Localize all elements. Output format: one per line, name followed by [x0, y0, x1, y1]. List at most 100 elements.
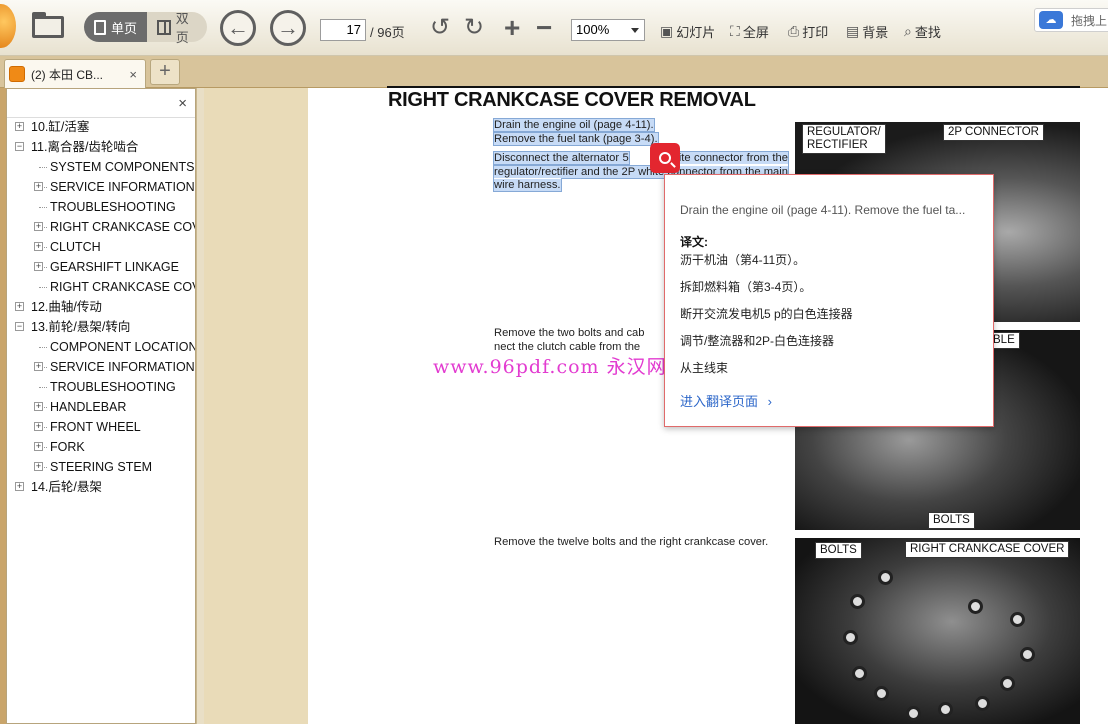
close-tab-icon[interactable]: × [129, 67, 137, 82]
fullscreen-button[interactable]: ⛶ 全屏 [730, 22, 769, 41]
slideshow-button[interactable]: ▣ 幻灯片 [660, 22, 715, 41]
background-button[interactable]: ▤ 背景 [846, 22, 888, 41]
chevron-down-icon [631, 28, 639, 37]
tree-connector [39, 287, 47, 288]
sidebar-item[interactable]: + SERVICE INFORMATION [7, 177, 195, 197]
bolt-marker [1010, 612, 1025, 627]
drag-upload-tip[interactable]: ☁ 拖拽上 [1034, 8, 1108, 32]
pdf-favicon-icon [9, 66, 25, 82]
double-page-button[interactable]: 双页 [147, 11, 207, 45]
page-number-input[interactable]: 17 [320, 19, 366, 41]
find-button[interactable]: ⌕ 查找 [904, 22, 941, 41]
callout-bolts: BOLTS [928, 512, 975, 529]
sidebar-item[interactable]: +14.后轮/悬架 [7, 477, 195, 497]
rotate-right-icon[interactable]: ↻ [464, 16, 484, 40]
expand-icon[interactable]: + [34, 422, 43, 431]
sidebar-splitter[interactable] [196, 88, 204, 724]
next-page-button[interactable]: → [270, 10, 306, 46]
sidebar-item[interactable]: −13.前轮/悬架/转向 [7, 317, 195, 337]
sidebar-item[interactable]: + HANDLEBAR [7, 397, 195, 417]
bolt-marker [975, 696, 990, 711]
sidebar-item-label: 12.曲轴/传动 [31, 300, 102, 314]
zoom-out-icon[interactable]: − [536, 14, 552, 42]
sidebar-item-label: GEARSHIFT LINKAGE [50, 260, 179, 274]
bolt-marker [878, 570, 893, 585]
sidebar-item-label: FORK [50, 440, 85, 454]
magnifier-icon [659, 152, 671, 164]
collapse-icon[interactable]: − [15, 142, 24, 151]
sidebar-item-label: COMPONENT LOCATION [50, 340, 196, 354]
document-tab[interactable]: (2) 本田 CB... × [4, 59, 146, 88]
expand-icon[interactable]: + [34, 262, 43, 271]
translate-search-button[interactable] [650, 143, 680, 173]
expand-icon[interactable]: + [34, 462, 43, 471]
expand-icon[interactable]: + [34, 402, 43, 411]
translation-popup: Drain the engine oil (page 4-11). Remove… [664, 174, 994, 427]
expand-icon[interactable]: + [34, 222, 43, 231]
page-title: RIGHT CRANKCASE COVER REMOVAL [388, 89, 756, 111]
sidebar-item[interactable]: SYSTEM COMPONENTS [7, 157, 195, 177]
zoom-select[interactable]: 100% [571, 19, 645, 41]
sidebar-item[interactable]: +12.曲轴/传动 [7, 297, 195, 317]
bolt-marker [874, 686, 889, 701]
sidebar-item[interactable]: COMPONENT LOCATION [7, 337, 196, 357]
step-remove-cable-bolts[interactable]: Remove the two bolts and cab nect the cl… [494, 327, 666, 354]
sidebar-item-label: FRONT WHEEL [50, 420, 141, 434]
sidebar-item-label: TROUBLESHOOTING [50, 380, 176, 394]
sidebar-item-label: 10.缸/活塞 [31, 120, 90, 134]
sidebar-item-label: RIGHT CRANKCASE COVER [50, 280, 195, 294]
tree-connector [39, 347, 47, 348]
bolt-marker [906, 706, 921, 721]
new-tab-button[interactable]: + [150, 59, 180, 85]
sidebar-item-label: 11.离合器/齿轮啮合 [31, 140, 139, 154]
bolt-marker [938, 702, 953, 717]
step-remove-cover[interactable]: Remove the twelve bolts and the right cr… [494, 536, 788, 550]
step-drain-oil[interactable]: Drain the engine oil (page 4-11). Remove… [493, 118, 679, 146]
sidebar-item-label: 14.后轮/悬架 [31, 480, 102, 494]
print-button[interactable]: ⎙ 打印 [788, 22, 828, 41]
expand-icon[interactable]: + [15, 482, 24, 491]
translation-line: 调节/整流器和2P-白色连接器 [680, 334, 835, 348]
bookmarks-sidebar: × +10.缸/活塞 −11.离合器/齿轮啮合 SYSTEM COMPONENTS +… [6, 88, 196, 724]
expand-icon[interactable]: + [34, 242, 43, 251]
sidebar-item[interactable]: + STEERING STEM [7, 457, 195, 477]
callout-2p-connector: 2P CONNECTOR [943, 124, 1044, 141]
expand-icon[interactable]: + [15, 302, 24, 311]
single-page-button[interactable]: 单页 [84, 12, 147, 42]
sidebar-item[interactable]: TROUBLESHOOTING [7, 197, 195, 217]
sidebar-item[interactable]: + FORK [7, 437, 195, 457]
expand-icon[interactable]: + [15, 122, 24, 131]
app-logo-icon[interactable] [0, 4, 16, 48]
cloud-icon: ☁ [1039, 11, 1063, 29]
expand-icon[interactable]: + [34, 442, 43, 451]
sidebar-item[interactable]: −11.离合器/齿轮啮合 [7, 137, 195, 157]
open-folder-icon[interactable] [32, 12, 64, 38]
sidebar-item[interactable]: + GEARSHIFT LINKAGE [7, 257, 195, 277]
expand-icon[interactable]: + [34, 182, 43, 191]
bolt-marker [852, 666, 867, 681]
rotate-left-icon[interactable]: ↺ [430, 16, 450, 40]
chevron-right-icon: › [767, 394, 772, 409]
open-translation-page-link[interactable]: 进入翻译页面 › [680, 391, 772, 410]
sidebar-item[interactable]: + FRONT WHEEL [7, 417, 195, 437]
bolt-marker [968, 599, 983, 614]
bookmark-tree: +10.缸/活塞 −11.离合器/齿轮啮合 SYSTEM COMPONENTS + SE… [7, 117, 196, 497]
search-icon: ⌕ [904, 23, 912, 39]
sidebar-item[interactable]: TROUBLESHOOTING [7, 377, 195, 397]
collapse-icon[interactable]: − [15, 322, 24, 331]
sidebar-item[interactable]: + RIGHT CRANKCASE COVER [7, 217, 195, 237]
sidebar-item[interactable]: RIGHT CRANKCASE COVER [7, 277, 195, 297]
sidebar-item-label: HANDLEBAR [50, 400, 127, 414]
close-sidebar-icon[interactable]: × [178, 95, 187, 112]
zoom-in-icon[interactable]: + [504, 14, 520, 42]
bolt-marker [1000, 676, 1015, 691]
sidebar-item[interactable]: + SERVICE INFORMATION [7, 357, 195, 377]
sidebar-item-label: RIGHT CRANKCASE COVER [50, 220, 195, 234]
sidebar-item[interactable]: + CLUTCH [7, 237, 195, 257]
popup-translation-label: 译文: [680, 235, 708, 249]
sidebar-item[interactable]: +10.缸/活塞 [7, 117, 195, 137]
previous-page-button[interactable]: ← [220, 10, 256, 46]
sidebar-item-label: TROUBLESHOOTING [50, 200, 176, 214]
expand-icon[interactable]: + [34, 362, 43, 371]
single-page-icon [94, 19, 106, 35]
